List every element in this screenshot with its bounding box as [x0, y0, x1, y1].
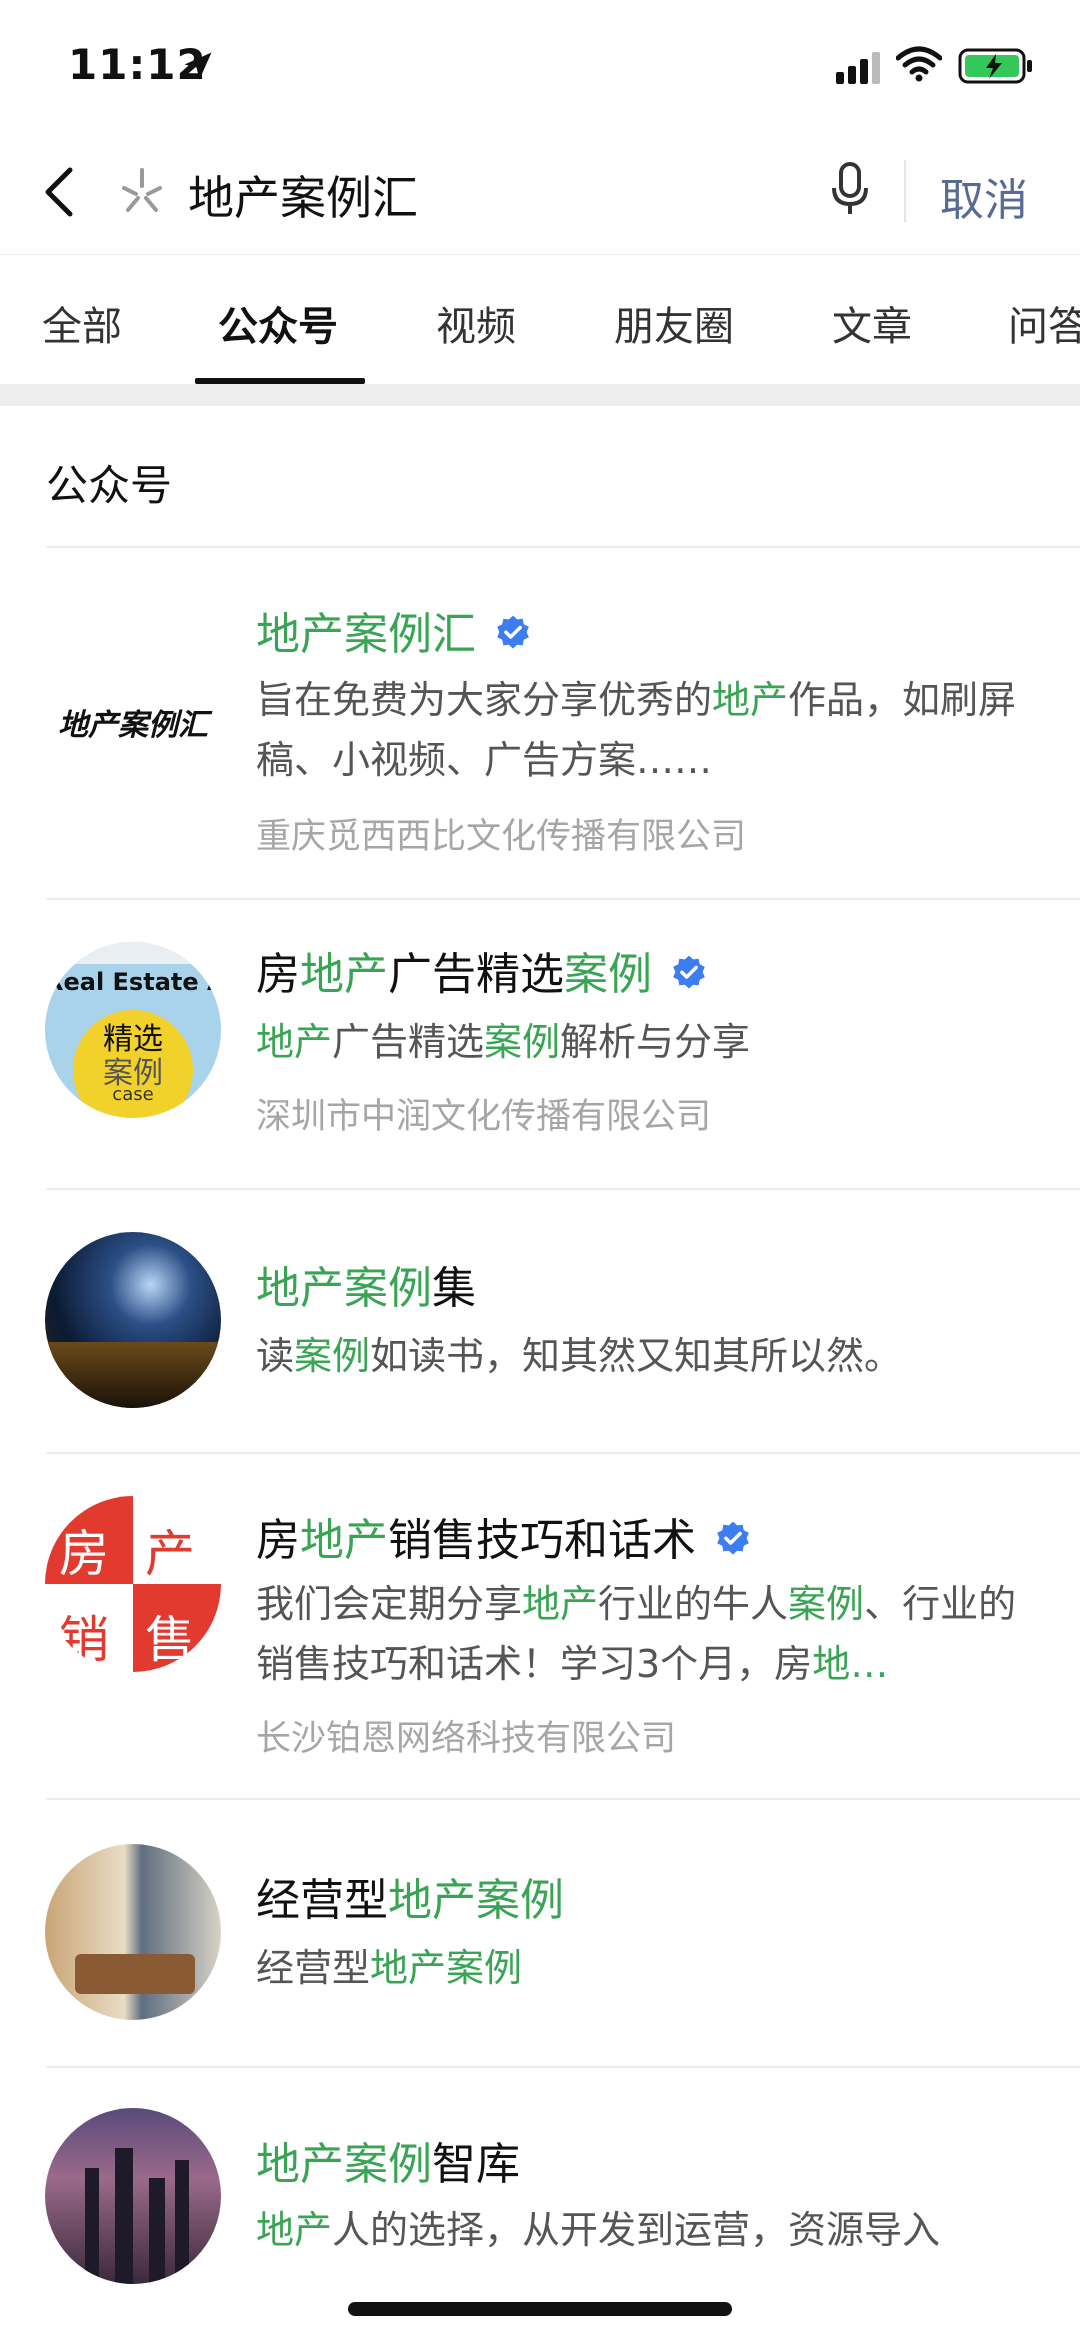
avatar: 房 产 销 售	[45, 1496, 221, 1672]
account-name: 地产案例智库	[256, 2139, 520, 2190]
account-name: 房地产销售技巧和话术	[256, 1504, 752, 1569]
tab-moments[interactable]: 朋友圈	[614, 294, 734, 352]
account-description: 读案例如读书，知其然又知其所以然。	[256, 1334, 903, 1378]
verified-badge-icon	[714, 1518, 752, 1569]
account-company: 重庆觅西西比文化传播有限公司	[256, 817, 747, 857]
account-company: 深圳市中润文化传播有限公司	[256, 1097, 712, 1137]
category-tabs: 全部 公众号 视频 朋友圈 文章 问答	[0, 254, 1080, 384]
section-title: 公众号	[46, 461, 173, 510]
avatar-logo-text: 地产案例汇	[58, 708, 208, 743]
account-description: 我们会定期分享地产行业的牛人案例、行业的销售技巧和话术！学习3个月，房地…	[256, 1582, 1017, 1686]
search-input[interactable]: 地产案例汇	[188, 162, 418, 228]
account-description: 经营型地产案例	[256, 1946, 523, 1990]
section-gap	[0, 384, 1080, 406]
account-description: 地产人的选择，从开发到运营，资源导入	[256, 2208, 941, 2252]
account-description: 旨在免费为大家分享优秀的地产作品，如刷屏稿、小视频、广告方案……	[256, 678, 1017, 782]
wifi-icon	[895, 46, 943, 86]
account-name: 地产案例集	[256, 1263, 476, 1314]
home-indicator	[348, 2302, 732, 2316]
back-chevron-icon[interactable]	[40, 164, 80, 224]
account-item-4[interactable]: 房 产 销 售 房地产销售技巧和话术 我们会定期分享地产行业的牛人案例、行业的销…	[0, 1454, 1080, 1798]
search-divider	[904, 160, 906, 222]
avatar	[45, 1844, 221, 2020]
status-bar: 11:12	[0, 0, 1080, 130]
account-company: 长沙铂恩网络科技有限公司	[256, 1719, 677, 1759]
microphone-icon[interactable]	[830, 162, 870, 222]
location-arrow-icon	[180, 48, 216, 88]
cancel-button[interactable]: 取消	[940, 164, 1028, 228]
cellular-signal-icon	[836, 52, 882, 88]
tab-official-accounts[interactable]: 公众号	[218, 294, 338, 352]
account-item-6[interactable]: 地产案例智库 地产人的选择，从开发到运营，资源导入	[0, 2068, 1080, 2337]
search-logo-icon	[118, 166, 166, 218]
avatar	[45, 1232, 221, 1408]
account-description: 地产广告精选案例解析与分享	[256, 1020, 751, 1064]
tab-articles[interactable]: 文章	[832, 294, 912, 352]
account-item-2[interactable]: Real Estate Ac 精选 案例 case 房地产广告精选案例 地产广告…	[0, 900, 1080, 1190]
tab-qa[interactable]: 问答	[1008, 294, 1080, 352]
account-name: 地产案例汇	[256, 598, 532, 663]
avatar	[45, 2108, 221, 2284]
verified-badge-icon	[670, 952, 708, 1003]
tab-all[interactable]: 全部	[42, 294, 122, 352]
avatar: Real Estate Ac 精选 案例 case	[45, 942, 221, 1118]
account-item-3[interactable]: 地产案例集 读案例如读书，知其然又知其所以然。	[0, 1190, 1080, 1452]
account-item-1[interactable]: 地产案例汇 地产案例汇 旨在免费为大家分享优秀的地产作品，如刷屏稿、小视频、广告…	[0, 548, 1080, 898]
avatar: 地产案例汇	[45, 634, 221, 810]
account-item-5[interactable]: 经营型地产案例 经营型地产案例	[0, 1800, 1080, 2066]
battery-charging-icon	[958, 48, 1034, 88]
tab-videos[interactable]: 视频	[436, 294, 516, 352]
search-bar: 地产案例汇 取消	[0, 130, 1080, 255]
verified-badge-icon	[494, 612, 532, 663]
account-name: 经营型地产案例	[256, 1875, 564, 1926]
account-name: 房地产广告精选案例	[256, 938, 708, 1003]
